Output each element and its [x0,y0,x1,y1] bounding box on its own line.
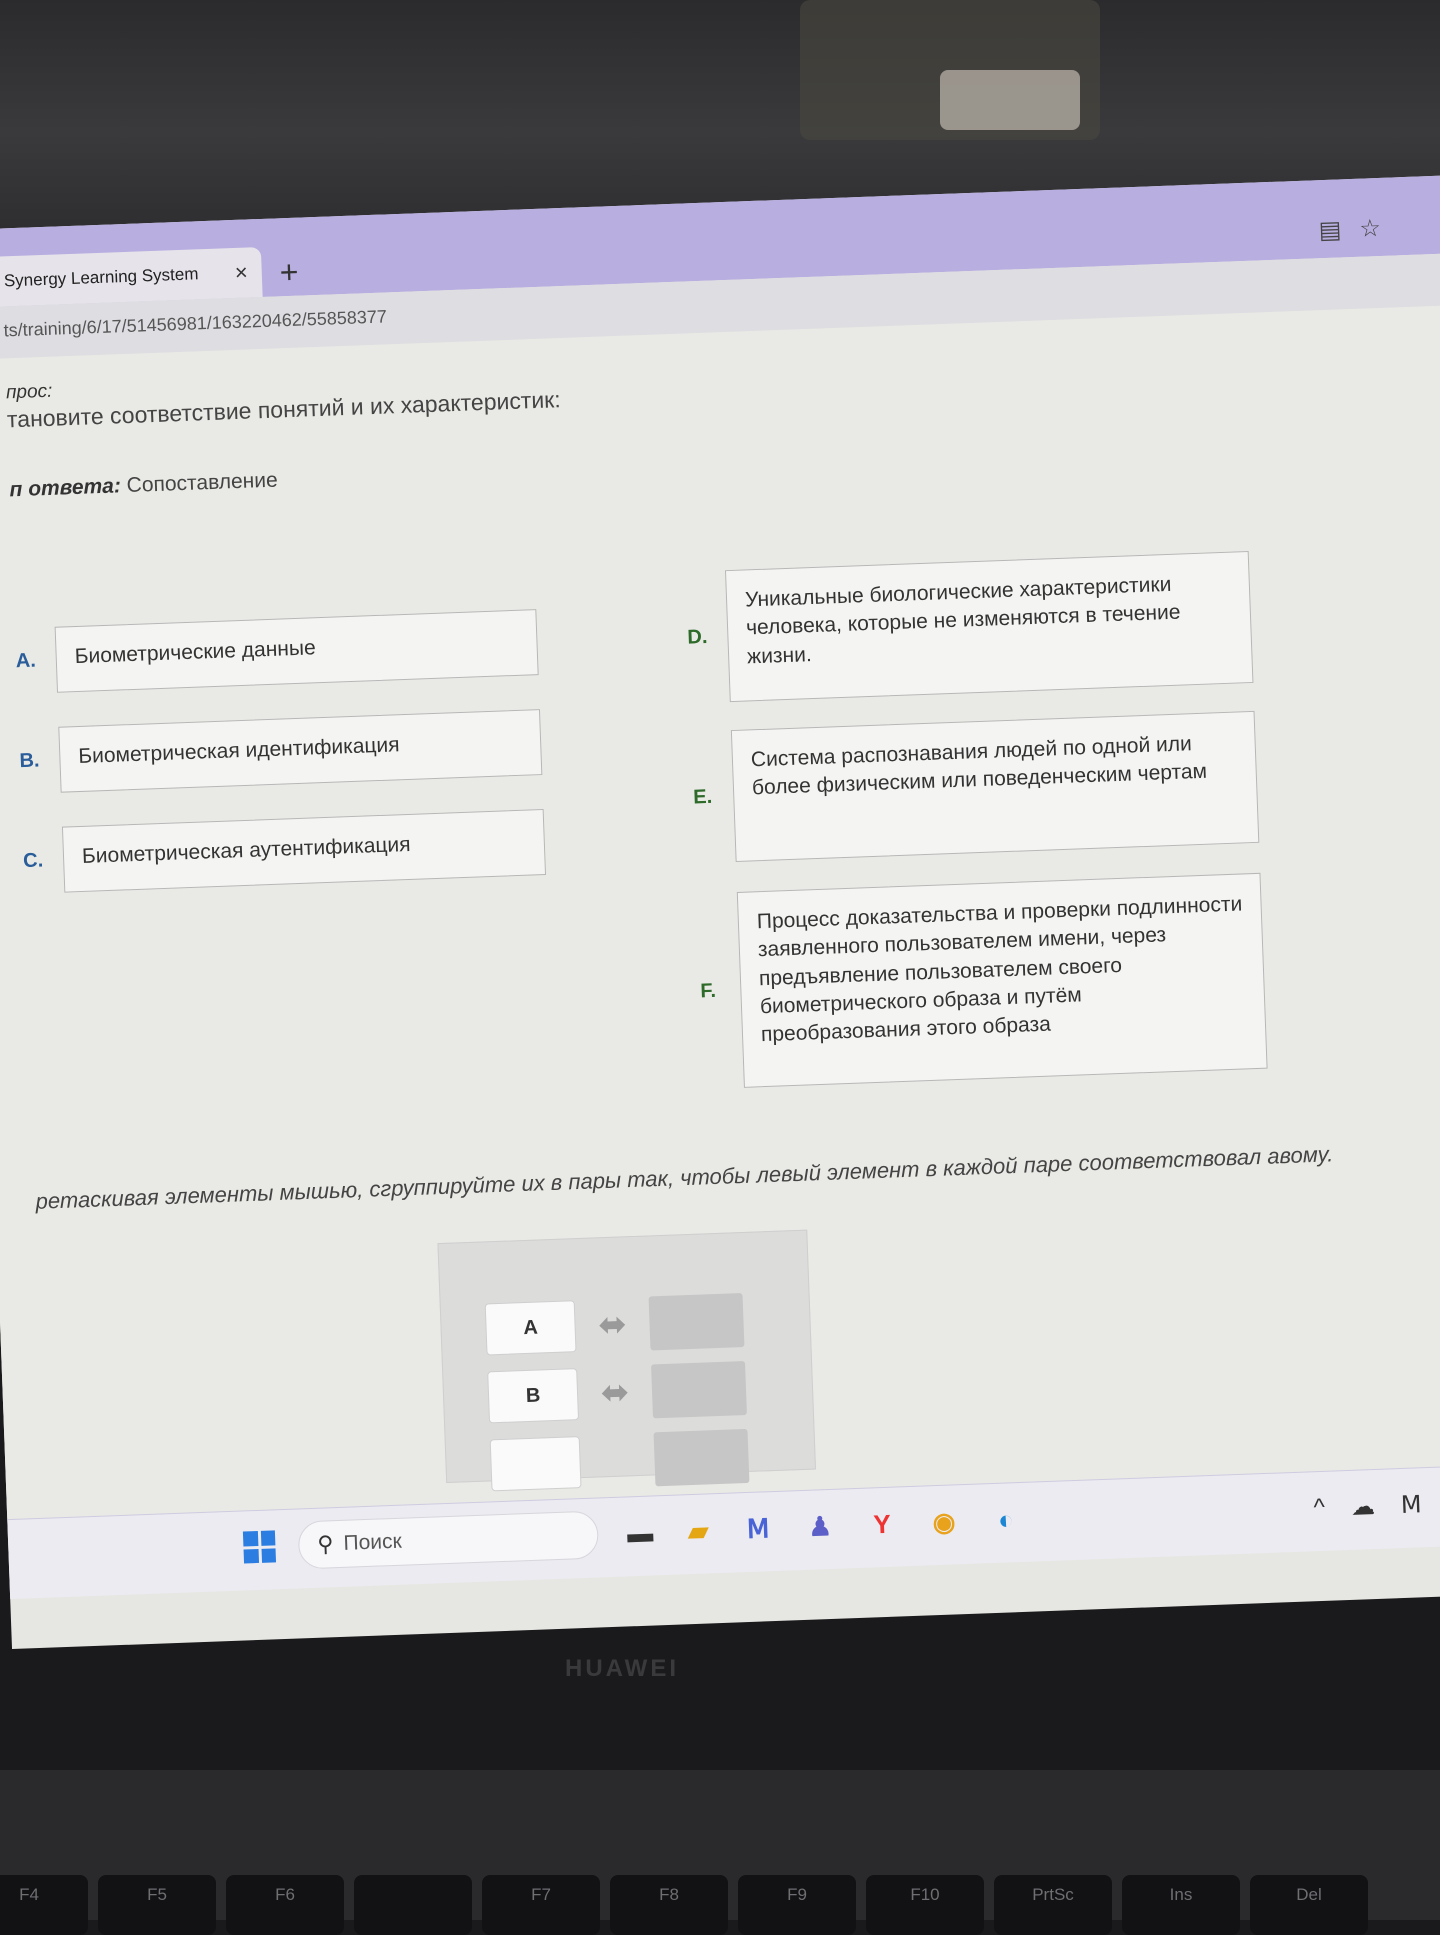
pair-row: A ⬌ [484,1293,745,1356]
item-text: Биометрические данные [54,609,539,693]
key-f9: F9 [738,1875,856,1935]
item-text: Уникальные биологические характеристики … [724,550,1254,703]
right-item-d: D. Уникальные биологические характеристи… [685,550,1254,704]
app-tray-icon[interactable]: Ⅿ [1400,1490,1422,1520]
right-item-e: E. Система распознавания людей по одной … [691,710,1260,864]
answer-type-value: Сопоставление [126,468,279,498]
item-letter: B. [19,748,40,772]
right-item-f: F. Процесс доказательства и проверки под… [697,872,1268,1090]
key-f7: F7 [482,1875,600,1935]
key-f8: F8 [610,1875,728,1935]
key-f4: F4 [0,1875,88,1935]
show-hidden-icons-chevron-icon[interactable]: ^ [1313,1494,1325,1523]
background-object [940,70,1080,130]
item-text: Биометрическая аутентификация [61,809,547,893]
file-explorer-icon[interactable]: ▰ [675,1508,721,1554]
item-text: Система распознавания людей по одной или… [730,710,1260,863]
pair-arrow-icon: ⬌ [597,1305,628,1345]
item-letter: A. [15,649,37,672]
cloud-notification-icon[interactable]: ☁ [1350,1492,1375,1522]
left-item-b: B. Биометрическая идентификация [18,709,543,794]
key-f6: F6 [226,1875,344,1935]
key-del: Del [1250,1875,1368,1935]
draggable-item-a[interactable]: A [484,1300,577,1356]
item-letter: D. [687,625,708,649]
laptop-screen: Synergy Learning System × + ▤ ☆ ts/train… [0,174,1440,1650]
search-icon: ⚲ [316,1531,334,1557]
drop-slot[interactable] [653,1428,750,1487]
answer-type-row: п ответа: Сопоставление [9,469,278,503]
draggable-item-b[interactable]: B [487,1368,580,1424]
reading-view-icon[interactable]: ▤ [1318,215,1342,245]
url-text[interactable]: ts/training/6/17/51456981/163220462/5585… [3,306,387,341]
item-text: Биометрическая идентификация [58,709,543,793]
pair-arrow-icon: ⬌ [600,1373,630,1413]
key-f10: F10 [866,1875,984,1935]
pair-arrow-icon [581,1459,655,1462]
function-key-row: F4 F5 F6 F7 F8 F9 F10 PrtSc Ins Del [0,1875,1368,1935]
device-brand-logo: HUAWEI [565,1655,679,1682]
key-ins: Ins [1122,1875,1240,1935]
item-text: Процесс доказательства и проверки подлин… [736,872,1268,1088]
draggable-item[interactable] [489,1436,582,1492]
close-tab-icon[interactable]: × [234,259,248,285]
browser-toolbar-icons: ▤ ☆ [1318,214,1381,245]
page-content: прос: тановите соответствие понятий и их… [0,304,1440,1520]
new-tab-button[interactable]: + [279,254,299,292]
task-view-icon[interactable]: ▬ [617,1510,663,1556]
item-letter: C. [22,848,44,872]
yandex-browser-icon[interactable]: Y [859,1501,905,1547]
drop-slot[interactable] [651,1360,747,1419]
edge-icon[interactable]: ◐ [983,1497,1029,1543]
left-item-c: C. Биометрическая аутентификация [22,809,547,894]
drag-drop-area: A ⬌ B ⬌ [437,1229,816,1492]
pair-row: B ⬌ [487,1360,747,1424]
item-letter: F. [699,979,717,1002]
drop-slot[interactable] [648,1293,745,1351]
search-placeholder: Поиск [343,1529,403,1555]
key-mic [354,1875,472,1935]
question-label: прос: [5,380,53,404]
item-letter: E. [692,785,713,809]
windows-start-icon[interactable] [242,1530,277,1564]
system-tray: ^ ☁ Ⅿ ⇆ [1313,1489,1440,1524]
favorite-star-icon[interactable]: ☆ [1359,214,1382,244]
app-icon[interactable]: Ⅿ [735,1506,781,1552]
instruction-text: ретаскивая элементы мышью, сгруппируйте … [35,1141,1334,1214]
chrome-icon[interactable]: ◉ [921,1499,967,1545]
tab-title: Synergy Learning System [3,264,199,291]
teams-icon[interactable]: ♟ [797,1504,843,1550]
answer-type-label: п ответа: [9,474,122,502]
pair-row [489,1428,750,1492]
left-item-a: A. Биометрические данные [15,609,539,694]
key-f5: F5 [98,1875,216,1935]
question-text: тановите соответствие понятий и их харак… [6,386,562,433]
key-prtsc: PrtSc [994,1875,1112,1935]
taskbar-search[interactable]: ⚲ Поиск [297,1510,600,1570]
